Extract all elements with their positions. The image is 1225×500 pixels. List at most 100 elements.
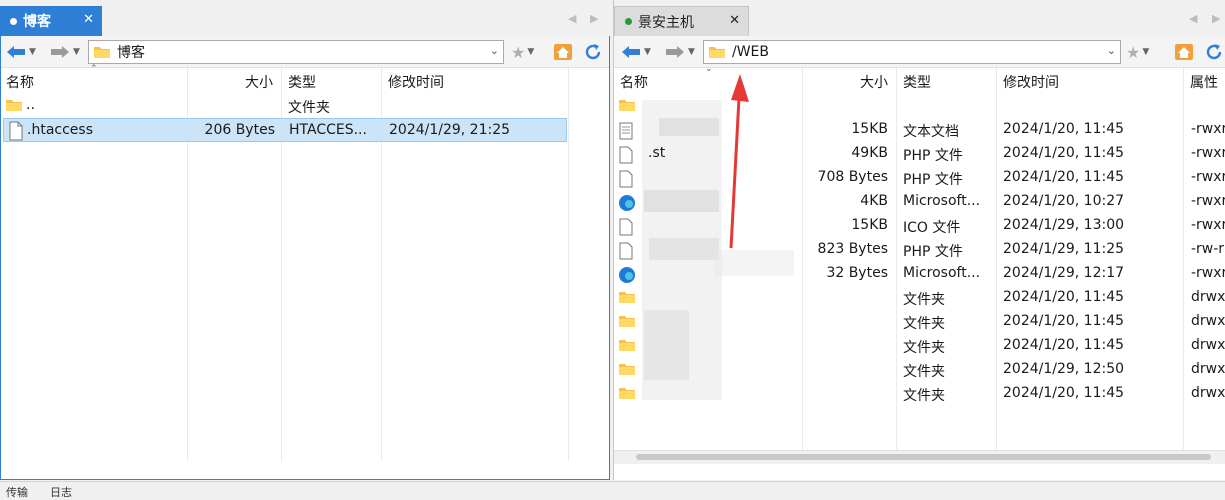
back-button[interactable]: ▼ [5,42,36,62]
column-modified[interactable]: 修改时间 [388,72,444,92]
forward-arrow-icon [51,46,69,58]
tab-scroll-right-icon[interactable]: ▶ [590,12,598,25]
folder-icon [619,388,635,399]
tab-transfer[interactable]: 传输 [6,484,28,500]
table-row[interactable]: 15KB ICO 文件 2024/1/29, 13:00 -rwxr [614,214,1225,238]
file-type: HTACCES... [289,122,367,138]
table-row[interactable] [614,94,1225,118]
tab-scroll-right-icon[interactable]: ▶ [1212,12,1220,25]
table-row[interactable]: 文件夹 2024/1/20, 11:45 drwx [614,382,1225,406]
folder-icon [619,292,635,303]
local-pane: 博客 ✕ ◀ ▶ ▼ ▼ 博客 ⌄ ★ ▼ 名称 大小 类型 修改时间 ⌃ ..… [0,0,610,480]
file-type: 文本文档 [903,124,959,140]
file-perms: drwx [1191,385,1225,401]
column-name[interactable]: 名称 [6,72,34,92]
chevron-down-icon: ▼ [644,47,651,57]
tab-status-dot [10,17,17,25]
table-row[interactable]: 文件夹 2024/1/20, 11:45 drwx [614,310,1225,334]
file-perms: -rw-r [1191,241,1225,257]
close-icon[interactable]: ✕ [83,12,94,27]
file-type: ICO 文件 [903,220,961,236]
back-arrow-icon [7,46,25,58]
tab-scroll-left-icon[interactable]: ◀ [1189,12,1197,25]
edge-browser-icon [619,195,635,211]
bottom-panel-tabs: 传输 日志 [0,481,1225,499]
file-perms: -rwxr [1191,145,1225,161]
file-perms: -rwxr [1191,121,1225,137]
bookmark-button[interactable]: ★ ▼ [511,42,534,62]
file-icon [619,146,633,164]
tab-local[interactable]: 博客 ✕ [0,6,102,36]
home-button[interactable] [553,42,573,62]
home-button[interactable] [1174,42,1194,62]
table-row-selected[interactable]: .htaccess 206 Bytes HTACCES... 2024/1/29… [3,118,567,142]
chevron-down-icon: ▼ [527,47,535,57]
file-size: 32 Bytes [826,265,888,281]
file-size: 823 Bytes [817,241,888,257]
file-modified: 2024/1/20, 11:45 [1003,169,1125,185]
back-arrow-icon [622,46,640,58]
table-row[interactable]: 4KB Microsoft... 2024/1/20, 10:27 -rwxr [614,190,1225,214]
file-perms: drwx [1191,289,1225,305]
table-row[interactable]: 708 Bytes PHP 文件 2024/1/20, 11:45 -rwxr [614,166,1225,190]
table-row[interactable]: .. 文件夹 [1,94,609,118]
file-perms: -rwxr [1191,265,1225,281]
refresh-button[interactable] [583,42,603,62]
folder-icon [94,47,110,58]
file-modified: 2024/1/29, 21:25 [389,122,511,138]
table-row[interactable]: .st 49KB PHP 文件 2024/1/20, 11:45 -rwxr [614,142,1225,166]
file-type: 文件夹 [903,292,945,308]
chevron-down-icon[interactable]: ⌄ [490,44,499,57]
close-icon[interactable]: ✕ [729,13,740,28]
tab-scroll-left-icon[interactable]: ◀ [568,12,576,25]
file-size: 15KB [851,217,888,233]
sort-ascending-icon: ⌄ [705,64,713,74]
horizontal-scrollbar[interactable] [614,450,1225,464]
folder-icon [619,340,635,351]
refresh-button[interactable] [1204,42,1224,62]
file-type: 文件夹 [903,316,945,332]
address-bar[interactable]: /WEB ⌄ [703,40,1121,64]
table-row[interactable]: 823 Bytes PHP 文件 2024/1/29, 11:25 -rw-r [614,238,1225,262]
file-type: 文件夹 [288,100,330,116]
file-modified: 2024/1/29, 12:50 [1003,361,1125,377]
file-size: 15KB [851,121,888,137]
file-modified: 2024/1/20, 11:45 [1003,289,1125,305]
column-size[interactable]: 大小 [245,72,273,92]
column-name[interactable]: 名称 [620,72,648,92]
star-icon: ★ [511,42,526,62]
tab-remote[interactable]: 景安主机 ✕ [614,6,749,36]
file-size: 206 Bytes [204,122,275,138]
chevron-down-icon[interactable]: ⌄ [1107,44,1116,57]
column-type[interactable]: 类型 [903,72,931,92]
file-icon [9,121,23,141]
column-size[interactable]: 大小 [860,72,888,92]
folder-icon [619,316,635,327]
scrollbar-thumb[interactable] [636,454,1211,460]
file-perms: drwx [1191,337,1225,353]
column-type[interactable]: 类型 [288,72,316,92]
column-perms[interactable]: 属性 [1190,72,1218,92]
file-name: .st [648,145,666,161]
table-row[interactable]: 15KB 文本文档 2024/1/20, 11:45 -rwxr [614,118,1225,142]
file-name: .htaccess [27,122,93,138]
home-icon [554,44,572,60]
bookmark-button[interactable]: ★ ▼ [1126,42,1149,62]
file-modified: 2024/1/20, 11:45 [1003,337,1125,353]
tab-log[interactable]: 日志 [50,484,72,500]
table-row[interactable]: 文件夹 2024/1/29, 12:50 drwx [614,358,1225,382]
forward-button[interactable]: ▼ [49,42,80,62]
column-modified[interactable]: 修改时间 [1003,72,1059,92]
back-button[interactable]: ▼ [620,42,651,62]
address-bar[interactable]: 博客 ⌄ [88,40,504,64]
chevron-down-icon: ▼ [29,47,36,57]
forward-button[interactable]: ▼ [664,42,695,62]
folder-icon [709,47,725,58]
table-row[interactable]: 32 Bytes Microsoft... 2024/1/29, 12:17 -… [614,262,1225,286]
table-row[interactable]: 文件夹 2024/1/20, 11:45 drwx [614,286,1225,310]
file-size: 708 Bytes [817,169,888,185]
file-modified: 2024/1/20, 10:27 [1003,193,1125,209]
file-icon [619,242,633,260]
table-row[interactable]: 文件夹 2024/1/20, 11:45 drwx [614,334,1225,358]
file-modified: 2024/1/29, 11:25 [1003,241,1125,257]
